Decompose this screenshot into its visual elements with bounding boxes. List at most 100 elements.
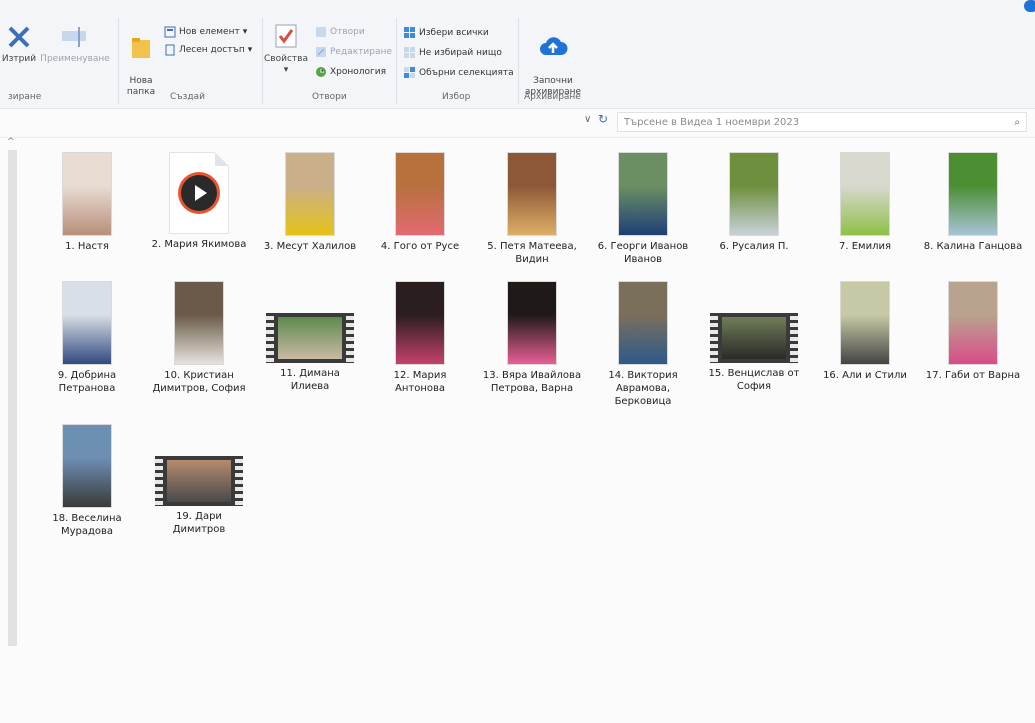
delete-button[interactable]: Изтрий (0, 24, 38, 65)
video-thumbnail (395, 281, 445, 365)
chevron-down-icon: ▾ (242, 27, 248, 37)
new-folder-button[interactable]: Нова папка (120, 24, 162, 98)
video-file-icon (169, 152, 229, 234)
file-name: 6. Русалия П. (719, 241, 789, 252)
file-item[interactable]: 2. Мария Якимова (149, 152, 249, 251)
file-name: 1. Настя (65, 241, 109, 252)
group-select-label: Избор (442, 92, 471, 102)
video-thumbnail (710, 313, 798, 363)
file-name: 19. Дари Димитров (172, 511, 226, 535)
open-icon (316, 27, 326, 37)
file-item[interactable]: 11. Димана Илиева (260, 281, 360, 393)
file-item[interactable]: 6. Русалия П. (704, 152, 804, 253)
new-folder-label: Нова папка (126, 76, 156, 97)
ribbon: Изтрий Преименуване Нова папка Нов елеме… (0, 0, 1035, 109)
file-name: 15. Венцислав от София (708, 368, 800, 392)
separator (518, 18, 519, 104)
scrollbar[interactable] (8, 150, 17, 646)
video-thumbnail (948, 281, 998, 365)
history-icon (316, 67, 326, 77)
video-thumbnail (507, 281, 557, 365)
file-name: 10. Кристиан Димитров, София (152, 370, 246, 394)
select-all-button[interactable]: Избери всички (403, 26, 489, 39)
file-item[interactable]: 6. Георги Иванов Иванов (593, 152, 693, 266)
file-item[interactable]: 13. Вяра Ивайлова Петрова, Варна (482, 281, 582, 395)
search-box[interactable]: Търсене в Видеа 1 ноември 2023 ⌕ (617, 112, 1027, 132)
select-none-button[interactable]: Не избирай нищо (403, 46, 502, 59)
dropdown-chevron-icon[interactable]: ∨ (584, 114, 591, 125)
delete-label: Изтрий (1, 54, 37, 64)
help-badge[interactable] (1024, 0, 1035, 12)
film-strip (722, 317, 786, 359)
invert-selection-button[interactable]: Обърни селекцията (403, 66, 514, 79)
refresh-icon[interactable]: ↻ (598, 112, 608, 126)
group-open-label: Отвори (312, 92, 347, 102)
file-name: 5. Петя Матеева, Видин (487, 241, 577, 265)
invert-selection-icon (404, 67, 415, 78)
group-organize-label: зиране (8, 92, 42, 102)
search-icon[interactable]: ⌕ (1014, 113, 1020, 133)
file-item[interactable]: 17. Габи от Варна (923, 281, 1023, 382)
rename-icon (62, 27, 86, 47)
file-name: 9. Добрина Петранова (57, 370, 117, 394)
file-item[interactable]: 3. Месут Халилов (260, 152, 360, 253)
video-thumbnail (62, 152, 112, 236)
folder-icon (132, 38, 150, 58)
file-item[interactable]: 16. Али и Стили (815, 281, 915, 382)
video-thumbnail (618, 281, 668, 365)
file-name: 2. Мария Якимова (151, 239, 247, 250)
properties-button[interactable]: Свойства ▾ (262, 22, 310, 76)
file-item[interactable]: 5. Петя Матеева, Видин (482, 152, 582, 266)
history-label: Хронология (330, 67, 387, 77)
search-placeholder: Търсене в Видеа 1 ноември 2023 (624, 117, 800, 128)
history-button[interactable]: Хронология (315, 66, 386, 78)
video-thumbnail (155, 456, 243, 506)
open-label: Отвори (330, 27, 365, 37)
file-item[interactable]: 19. Дари Димитров (149, 424, 249, 536)
select-none-icon (404, 47, 415, 58)
file-item[interactable]: 7. Емилия (815, 152, 915, 253)
file-item[interactable]: 8. Калина Ганцова (923, 152, 1023, 253)
new-item-button[interactable]: Нов елемент ▾ (164, 26, 247, 38)
rename-button[interactable]: Преименуване (40, 24, 110, 65)
file-item[interactable]: 4. Гого от Русе (370, 152, 470, 253)
video-thumbnail (174, 281, 224, 365)
open-button[interactable]: Отвори (315, 26, 365, 38)
film-strip (235, 456, 243, 506)
file-name: 12. Мария Антонова (393, 370, 447, 394)
video-thumbnail (62, 424, 112, 508)
video-thumbnail (840, 281, 890, 365)
file-item[interactable]: 9. Добрина Петранова (37, 281, 137, 395)
video-thumbnail (395, 152, 445, 236)
edit-button[interactable]: Редактиране (315, 46, 392, 58)
easy-access-button[interactable]: Лесен достъп ▾ (164, 44, 252, 56)
file-name: 14. Виктория Аврамова, Берковица (608, 370, 678, 407)
separator (396, 18, 397, 104)
file-name: 18. Веселина Мурадова (52, 513, 122, 537)
file-name: 3. Месут Халилов (263, 241, 357, 252)
chevron-down-icon: ▾ (283, 65, 289, 75)
file-item[interactable]: 14. Виктория Аврамова, Берковица (593, 281, 693, 408)
scroll-up-icon[interactable]: ^ (7, 137, 15, 147)
file-item[interactable]: 12. Мария Антонова (370, 281, 470, 395)
video-thumbnail (62, 281, 112, 365)
start-archive-button[interactable]: Започни архивиране (522, 22, 584, 98)
file-name: 17. Габи от Варна (925, 370, 1021, 381)
file-name: 6. Георги Иванов Иванов (597, 241, 689, 265)
file-item[interactable]: 1. Настя (37, 152, 137, 253)
film-strip (266, 313, 274, 363)
video-thumbnail (285, 152, 335, 236)
video-thumbnail (507, 152, 557, 236)
select-all-label: Избери всички (419, 27, 489, 38)
file-item[interactable]: 15. Венцислав от София (704, 281, 804, 393)
chevron-down-icon: ▾ (247, 45, 253, 55)
edit-icon (316, 47, 326, 57)
new-item-label: Нов елемент (179, 27, 240, 37)
file-item[interactable]: 10. Кристиан Димитров, София (149, 281, 249, 395)
video-thumbnail (266, 313, 354, 363)
rename-label: Преименуване (40, 54, 110, 64)
file-item[interactable]: 18. Веселина Мурадова (37, 424, 137, 538)
cloud-upload-icon (540, 37, 568, 55)
film-strip (790, 313, 798, 363)
select-none-label: Не избирай нищо (419, 47, 502, 58)
